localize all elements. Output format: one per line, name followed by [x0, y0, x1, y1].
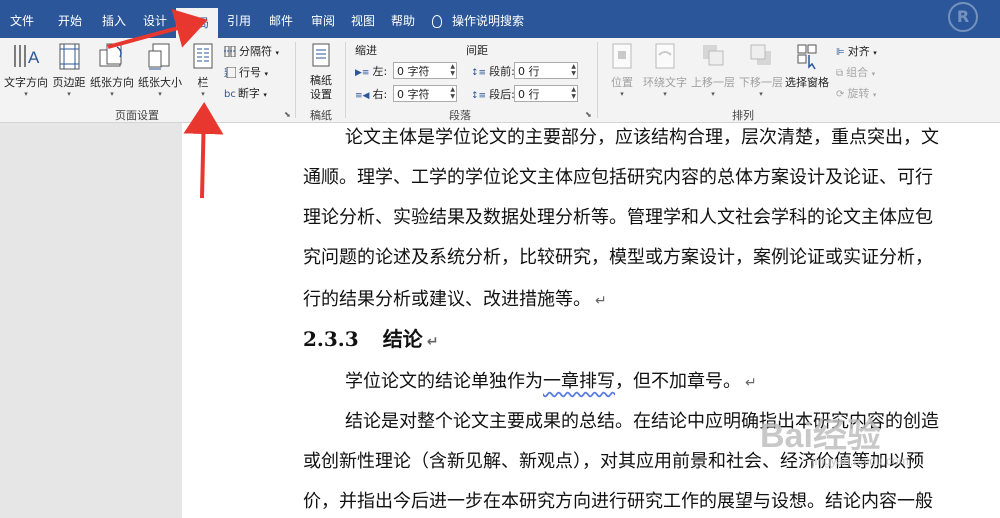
annotation-arrows: [107, 8, 224, 199]
arrow-to-layout-tab: [107, 8, 208, 49]
arrow-to-columns-button: [183, 102, 224, 199]
